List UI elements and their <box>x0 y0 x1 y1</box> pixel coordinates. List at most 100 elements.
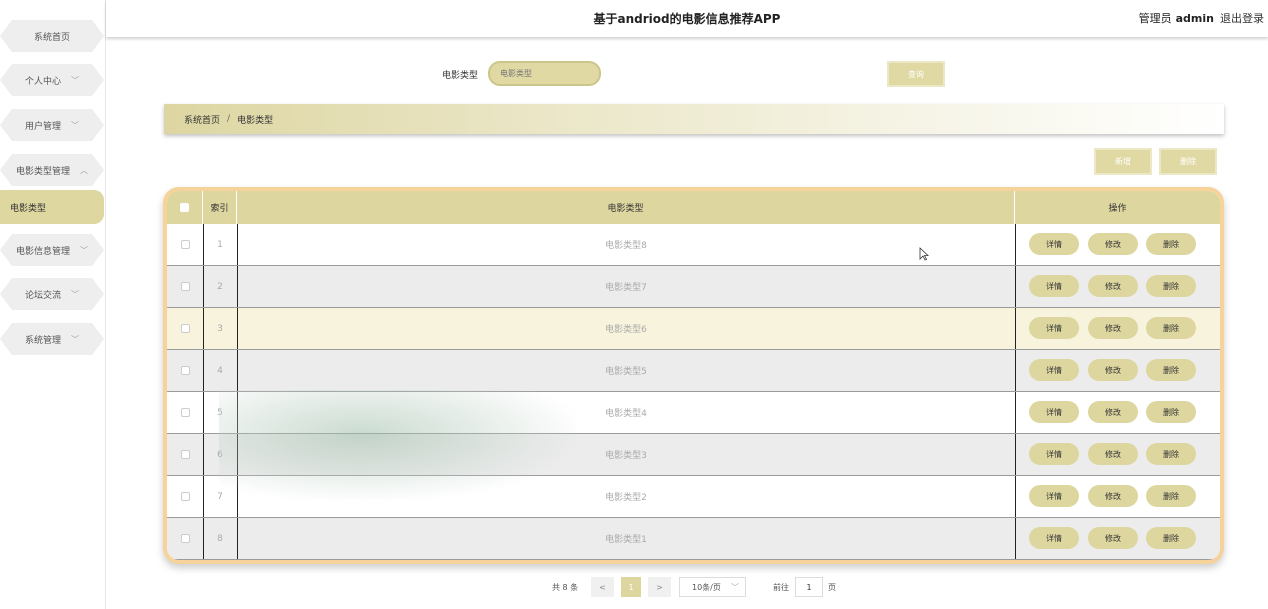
row-select <box>167 392 203 433</box>
detail-button[interactable]: 详情 <box>1029 317 1079 339</box>
prev-page-button[interactable]: < <box>591 577 614 597</box>
detail-button[interactable]: 详情 <box>1029 275 1079 297</box>
delete-button[interactable]: 删除 <box>1146 233 1196 255</box>
sidebar-item-user-management[interactable]: 用户管理 ﹀ <box>0 109 104 141</box>
delete-button[interactable]: 删除 <box>1146 485 1196 507</box>
row-select <box>167 224 203 265</box>
row-index: 4 <box>217 365 223 376</box>
header-operations: 操作 <box>1108 204 1127 214</box>
chevron-down-icon: ﹀ <box>71 75 79 85</box>
row-movie-type: 电影类型3 <box>605 451 647 461</box>
add-button[interactable]: 新增 <box>1094 148 1152 175</box>
row-checkbox[interactable] <box>180 324 190 333</box>
row-index: 5 <box>217 407 223 418</box>
chevron-down-icon: ﹀ <box>731 582 739 592</box>
delete-button[interactable]: 删除 <box>1146 317 1196 339</box>
page-suffix: 页 <box>828 582 836 592</box>
sidebar-item-label: 系统首页 <box>33 32 70 43</box>
header-select-all <box>167 191 203 224</box>
sidebar-item-personal-center[interactable]: 个人中心 ﹀ <box>0 64 104 96</box>
edit-button[interactable]: 修改 <box>1088 275 1138 297</box>
header-index: 索引 <box>203 191 237 224</box>
edit-button[interactable]: 修改 <box>1088 485 1138 507</box>
row-index: 8 <box>217 533 223 544</box>
sidebar-item-label: 个人中心 <box>24 76 61 87</box>
chevron-down-icon: ﹀ <box>71 334 79 344</box>
delete-button[interactable]: 删除 <box>1146 527 1196 549</box>
detail-button[interactable]: 详情 <box>1029 359 1079 381</box>
delete-button[interactable]: 删除 <box>1146 443 1196 465</box>
detail-button[interactable]: 详情 <box>1029 401 1079 423</box>
movie-type-search-input[interactable] <box>488 61 601 86</box>
table-row: 7 电影类型2 详情 修改 删除 <box>167 476 1220 518</box>
column-divider <box>1015 518 1016 559</box>
detail-button[interactable]: 详情 <box>1029 485 1079 507</box>
page-number-button[interactable]: 1 <box>621 577 641 597</box>
column-divider <box>1015 476 1016 517</box>
mouse-cursor-icon <box>919 247 929 261</box>
delete-button[interactable]: 删除 <box>1146 275 1196 297</box>
detail-button[interactable]: 详情 <box>1029 527 1079 549</box>
row-select <box>167 266 203 307</box>
column-divider <box>1015 308 1016 349</box>
breadcrumb-separator: / <box>227 114 231 124</box>
row-movie-type: 电影类型8 <box>605 241 647 251</box>
table-row: 2 电影类型7 详情 修改 删除 <box>167 266 1220 308</box>
row-movie-type: 电影类型7 <box>605 283 647 293</box>
logout-link[interactable]: 退出登录 <box>1220 12 1264 25</box>
batch-delete-button[interactable]: 删除 <box>1159 148 1217 175</box>
row-checkbox[interactable] <box>180 450 190 459</box>
table-row: 6 电影类型3 详情 修改 删除 <box>167 434 1220 476</box>
edit-button[interactable]: 修改 <box>1088 359 1138 381</box>
top-bar: 基于andriod的电影信息推荐APP 管理员 admin 退出登录 <box>106 0 1268 37</box>
edit-button[interactable]: 修改 <box>1088 401 1138 423</box>
search-button[interactable]: 查询 <box>887 61 945 87</box>
row-checkbox[interactable] <box>180 408 190 417</box>
table-row: 3 电影类型6 详情 修改 删除 <box>167 308 1220 350</box>
select-all-checkbox[interactable] <box>180 203 189 212</box>
row-checkbox[interactable] <box>180 240 190 249</box>
edit-button[interactable]: 修改 <box>1088 443 1138 465</box>
sidebar-item-forum[interactable]: 论坛交流 ﹀ <box>0 278 104 310</box>
row-movie-type: 电影类型1 <box>605 535 647 545</box>
user-role: 管理员 <box>1138 12 1172 25</box>
sidebar-item-label: 用户管理 <box>24 121 61 132</box>
chevron-down-icon: ﹀ <box>71 289 79 299</box>
table-row: 1 电影类型8 详情 修改 删除 <box>167 224 1220 266</box>
page-size-value: 10条/页 <box>692 582 721 592</box>
column-divider <box>1015 224 1016 265</box>
detail-button[interactable]: 详情 <box>1029 443 1079 465</box>
sidebar-item-movie-type[interactable]: 电影类型 <box>0 190 104 224</box>
row-movie-type: 电影类型2 <box>605 493 647 503</box>
sidebar-item-movie-type-management[interactable]: 电影类型管理 ︿ <box>0 154 104 186</box>
sidebar-item-label: 电影信息管理 <box>15 246 70 257</box>
movie-type-table: 索引 电影类型 操作 1 电影类型8 详情 修改 删除 2 电影类型7 详情 修改 删除 3 电影类型… <box>163 187 1224 564</box>
detail-button[interactable]: 详情 <box>1029 233 1079 255</box>
column-divider <box>1015 392 1016 433</box>
row-checkbox[interactable] <box>180 534 190 543</box>
row-movie-type: 电影类型6 <box>605 325 647 335</box>
sidebar-item-home[interactable]: 系统首页 <box>0 20 104 52</box>
sidebar-item-label: 电影类型管理 <box>15 166 70 177</box>
edit-button[interactable]: 修改 <box>1088 317 1138 339</box>
username: admin <box>1175 12 1214 25</box>
goto-page-input[interactable]: 1 <box>795 577 823 597</box>
sidebar-item-system-management[interactable]: 系统管理 ﹀ <box>0 323 104 355</box>
table-header: 索引 电影类型 操作 <box>167 191 1220 224</box>
edit-button[interactable]: 修改 <box>1088 233 1138 255</box>
goto-label: 前往 <box>773 582 789 592</box>
sidebar: 系统首页 个人中心 ﹀ 用户管理 ﹀ 电影类型管理 ︿ 电影类型 电影信息管理 ﹀ 论坛… <box>0 0 106 609</box>
breadcrumb-home[interactable]: 系统首页 <box>184 113 220 126</box>
row-movie-type: 电影类型4 <box>605 409 647 419</box>
row-checkbox[interactable] <box>180 366 190 375</box>
page-size-select[interactable]: 10条/页 ﹀ <box>679 577 746 597</box>
delete-button[interactable]: 删除 <box>1146 401 1196 423</box>
row-checkbox[interactable] <box>180 282 190 291</box>
sidebar-item-movie-info-management[interactable]: 电影信息管理 ﹀ <box>0 234 104 266</box>
edit-button[interactable]: 修改 <box>1088 527 1138 549</box>
delete-button[interactable]: 删除 <box>1146 359 1196 381</box>
header-movie-type: 电影类型 <box>237 191 1015 224</box>
column-divider <box>1015 350 1016 391</box>
next-page-button[interactable]: > <box>648 577 671 597</box>
row-checkbox[interactable] <box>180 492 190 501</box>
